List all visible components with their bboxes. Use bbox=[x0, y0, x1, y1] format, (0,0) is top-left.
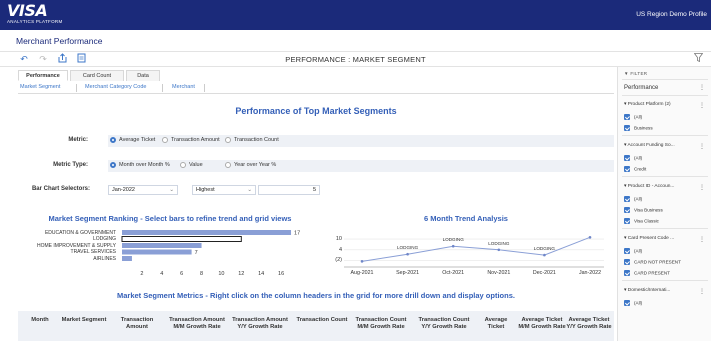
divider bbox=[622, 79, 708, 80]
trend-y-tick: 10 bbox=[335, 236, 342, 243]
col-header-month[interactable]: Month bbox=[24, 317, 56, 324]
col-header-ticket-yy[interactable]: Average Ticket Y/Y Growth Rate bbox=[566, 317, 612, 331]
trend-point bbox=[543, 253, 546, 257]
filter-option-label: (All) bbox=[634, 300, 643, 306]
more-options-icon[interactable]: ⋮ bbox=[699, 184, 705, 191]
divider bbox=[622, 135, 708, 136]
trend-x-tick: Dec-2021 bbox=[532, 270, 556, 276]
col-header-transaction-amount[interactable]: Transaction Amount bbox=[111, 317, 163, 331]
metrics-grid-title: Market Segment Metrics - Right click on … bbox=[117, 291, 515, 300]
divider bbox=[622, 95, 708, 96]
trend-point-label: LODGING bbox=[442, 237, 464, 243]
filter-option-label: Credit bbox=[634, 166, 647, 172]
trend-point bbox=[588, 236, 592, 239]
filter-option[interactable]: (All) bbox=[624, 196, 642, 203]
filter-icon: ▼ bbox=[624, 71, 629, 76]
filter-group-title[interactable]: ▾ Product ID - Accoun... bbox=[624, 184, 674, 189]
col-header-average-ticket[interactable]: Average Ticket bbox=[476, 317, 516, 331]
col-header-amount-mm[interactable]: Transaction Amount M/M Growth Rate bbox=[168, 317, 226, 331]
filter-option-label: Visa Classic bbox=[634, 218, 659, 224]
col-header-count-mm[interactable]: Transaction Count M/M Growth Rate bbox=[351, 317, 411, 331]
trend-point-label: LODGING bbox=[488, 240, 510, 246]
more-options-icon[interactable]: ⋮ bbox=[699, 236, 705, 243]
more-options-icon[interactable]: ⋮ bbox=[699, 102, 705, 109]
filter-group-title[interactable]: ▾ Product Platform (2) bbox=[624, 102, 671, 107]
checkbox[interactable] bbox=[624, 125, 630, 131]
filter-label-text: FILTER bbox=[630, 71, 648, 76]
checkbox[interactable] bbox=[624, 270, 630, 276]
trend-point bbox=[406, 252, 409, 256]
checkbox[interactable] bbox=[624, 300, 630, 306]
trend-x-tick: Nov-2021 bbox=[487, 270, 511, 276]
filter-option-label: CARD NOT PRESENT bbox=[634, 259, 681, 265]
filter-sidebar: ▼ FILTER Performance ⋮ ▾ Product Platfor… bbox=[617, 67, 711, 341]
filter-option[interactable]: (All) bbox=[624, 300, 642, 307]
checkbox[interactable] bbox=[624, 166, 630, 172]
more-options-icon[interactable]: ⋮ bbox=[699, 84, 705, 91]
trend-point bbox=[360, 260, 364, 263]
checkbox[interactable] bbox=[624, 114, 630, 120]
sidebar-heading: Performance bbox=[624, 85, 659, 91]
checkbox[interactable] bbox=[624, 207, 630, 213]
filter-group-title[interactable]: ▾ Account Funding So... bbox=[624, 143, 675, 148]
filter-option[interactable]: Business bbox=[624, 125, 653, 132]
col-header-amount-yy[interactable]: Transaction Amount Y/Y Growth Rate bbox=[231, 317, 289, 331]
trend-y-tick: 4 bbox=[338, 246, 342, 253]
trend-y-tick: (2) bbox=[335, 257, 342, 264]
trend-point bbox=[451, 244, 455, 248]
col-header-transaction-count[interactable]: Transaction Count bbox=[296, 317, 348, 324]
checkbox[interactable] bbox=[624, 196, 630, 202]
divider bbox=[622, 176, 708, 177]
trend-point bbox=[497, 248, 501, 252]
col-header-market-segment[interactable]: Market Segment bbox=[60, 317, 108, 324]
divider bbox=[622, 228, 708, 229]
filter-option-label: (All) bbox=[634, 248, 643, 254]
filter-option-label: (All) bbox=[634, 114, 643, 120]
checkbox[interactable] bbox=[624, 218, 630, 224]
filter-option-label: Business bbox=[634, 125, 653, 131]
trend-x-tick: Aug-2021 bbox=[350, 270, 374, 276]
filter-option-label: (All) bbox=[634, 155, 643, 161]
filter-option-label: (All) bbox=[634, 196, 643, 202]
col-header-count-yy[interactable]: Transaction Count Y/Y Growth Rate bbox=[414, 317, 474, 331]
filter-option[interactable]: Visa Business bbox=[624, 207, 663, 214]
divider bbox=[622, 280, 708, 281]
filter-option[interactable]: CARD NOT PRESENT bbox=[624, 259, 681, 266]
filter-option[interactable]: CARD PRESENT bbox=[624, 270, 670, 277]
filter-group-title[interactable]: ▾ Card Present Code ... bbox=[624, 236, 674, 241]
filter-panel-label: ▼ FILTER bbox=[624, 71, 647, 76]
filter-option-label: Visa Business bbox=[634, 207, 663, 213]
checkbox[interactable] bbox=[624, 259, 630, 265]
filter-option-label: CARD PRESENT bbox=[634, 270, 670, 276]
col-header-ticket-mm[interactable]: Average Ticket M/M Growth Rate bbox=[518, 317, 566, 331]
filter-option[interactable]: (All) bbox=[624, 114, 642, 121]
trend-point-label: LODGING bbox=[533, 246, 555, 252]
metrics-grid-header: Month Market Segment Transaction Amount … bbox=[18, 311, 614, 341]
checkbox[interactable] bbox=[624, 155, 630, 161]
filter-option[interactable]: Credit bbox=[624, 166, 646, 173]
filter-option[interactable]: Visa Classic bbox=[624, 218, 659, 225]
filter-group-title[interactable]: ▾ Domestic/Internati... bbox=[624, 288, 670, 293]
more-options-icon[interactable]: ⋮ bbox=[699, 288, 705, 295]
trend-line-chart bbox=[344, 236, 604, 268]
checkbox[interactable] bbox=[624, 248, 630, 254]
filter-option[interactable]: (All) bbox=[624, 155, 642, 162]
trend-x-tick: Oct-2021 bbox=[442, 270, 465, 276]
trend-point-label: LODGING bbox=[397, 245, 419, 251]
more-options-icon[interactable]: ⋮ bbox=[699, 143, 705, 150]
filter-option[interactable]: (All) bbox=[624, 248, 642, 255]
trend-x-tick: Sep-2021 bbox=[396, 270, 420, 276]
trend-x-tick: Jan-2022 bbox=[578, 270, 602, 276]
